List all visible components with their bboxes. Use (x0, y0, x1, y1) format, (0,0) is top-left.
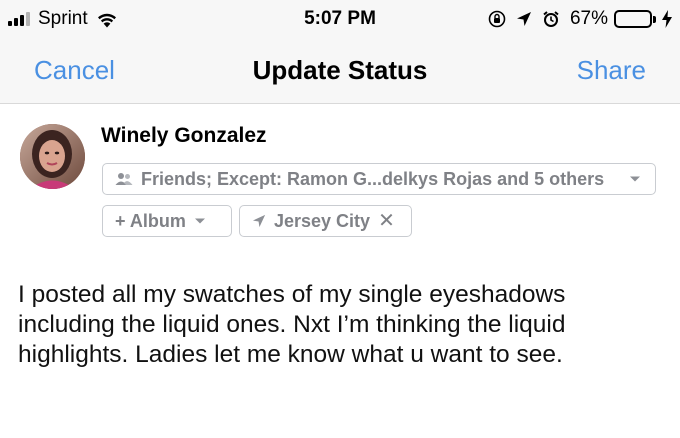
chevron-down-icon (194, 217, 206, 225)
alarm-icon (542, 10, 560, 28)
charging-icon (662, 10, 672, 28)
location-arrow-icon (252, 214, 266, 228)
orientation-lock-icon (488, 10, 506, 28)
post-text[interactable]: I posted all my swatches of my single ey… (18, 280, 668, 370)
status-bar-right: 67% (478, 8, 672, 30)
audience-selector[interactable]: Friends; Except: Ramon G...delkys Rojas … (102, 163, 656, 195)
share-button[interactable]: Share (577, 55, 646, 86)
location-arrow-icon (516, 11, 532, 27)
status-bar: Sprint 5:07 PM 67% (0, 0, 680, 38)
nav-bar: Cancel Update Status Share (0, 38, 680, 104)
user-name: Winely Gonzalez (101, 124, 267, 147)
chevron-down-icon (629, 164, 641, 194)
avatar[interactable] (20, 124, 85, 189)
battery-icon (614, 10, 656, 28)
location-label: Jersey City (274, 210, 371, 231)
close-icon[interactable]: ✕ (378, 211, 395, 231)
album-label: + Album (115, 210, 186, 231)
battery-percent: 67% (569, 8, 608, 29)
location-tag[interactable]: Jersey City ✕ (239, 205, 412, 237)
album-button[interactable]: + Album (102, 205, 232, 237)
audience-label: Friends; Except: Ramon G...delkys Rojas … (141, 168, 605, 189)
friends-icon (115, 172, 133, 186)
